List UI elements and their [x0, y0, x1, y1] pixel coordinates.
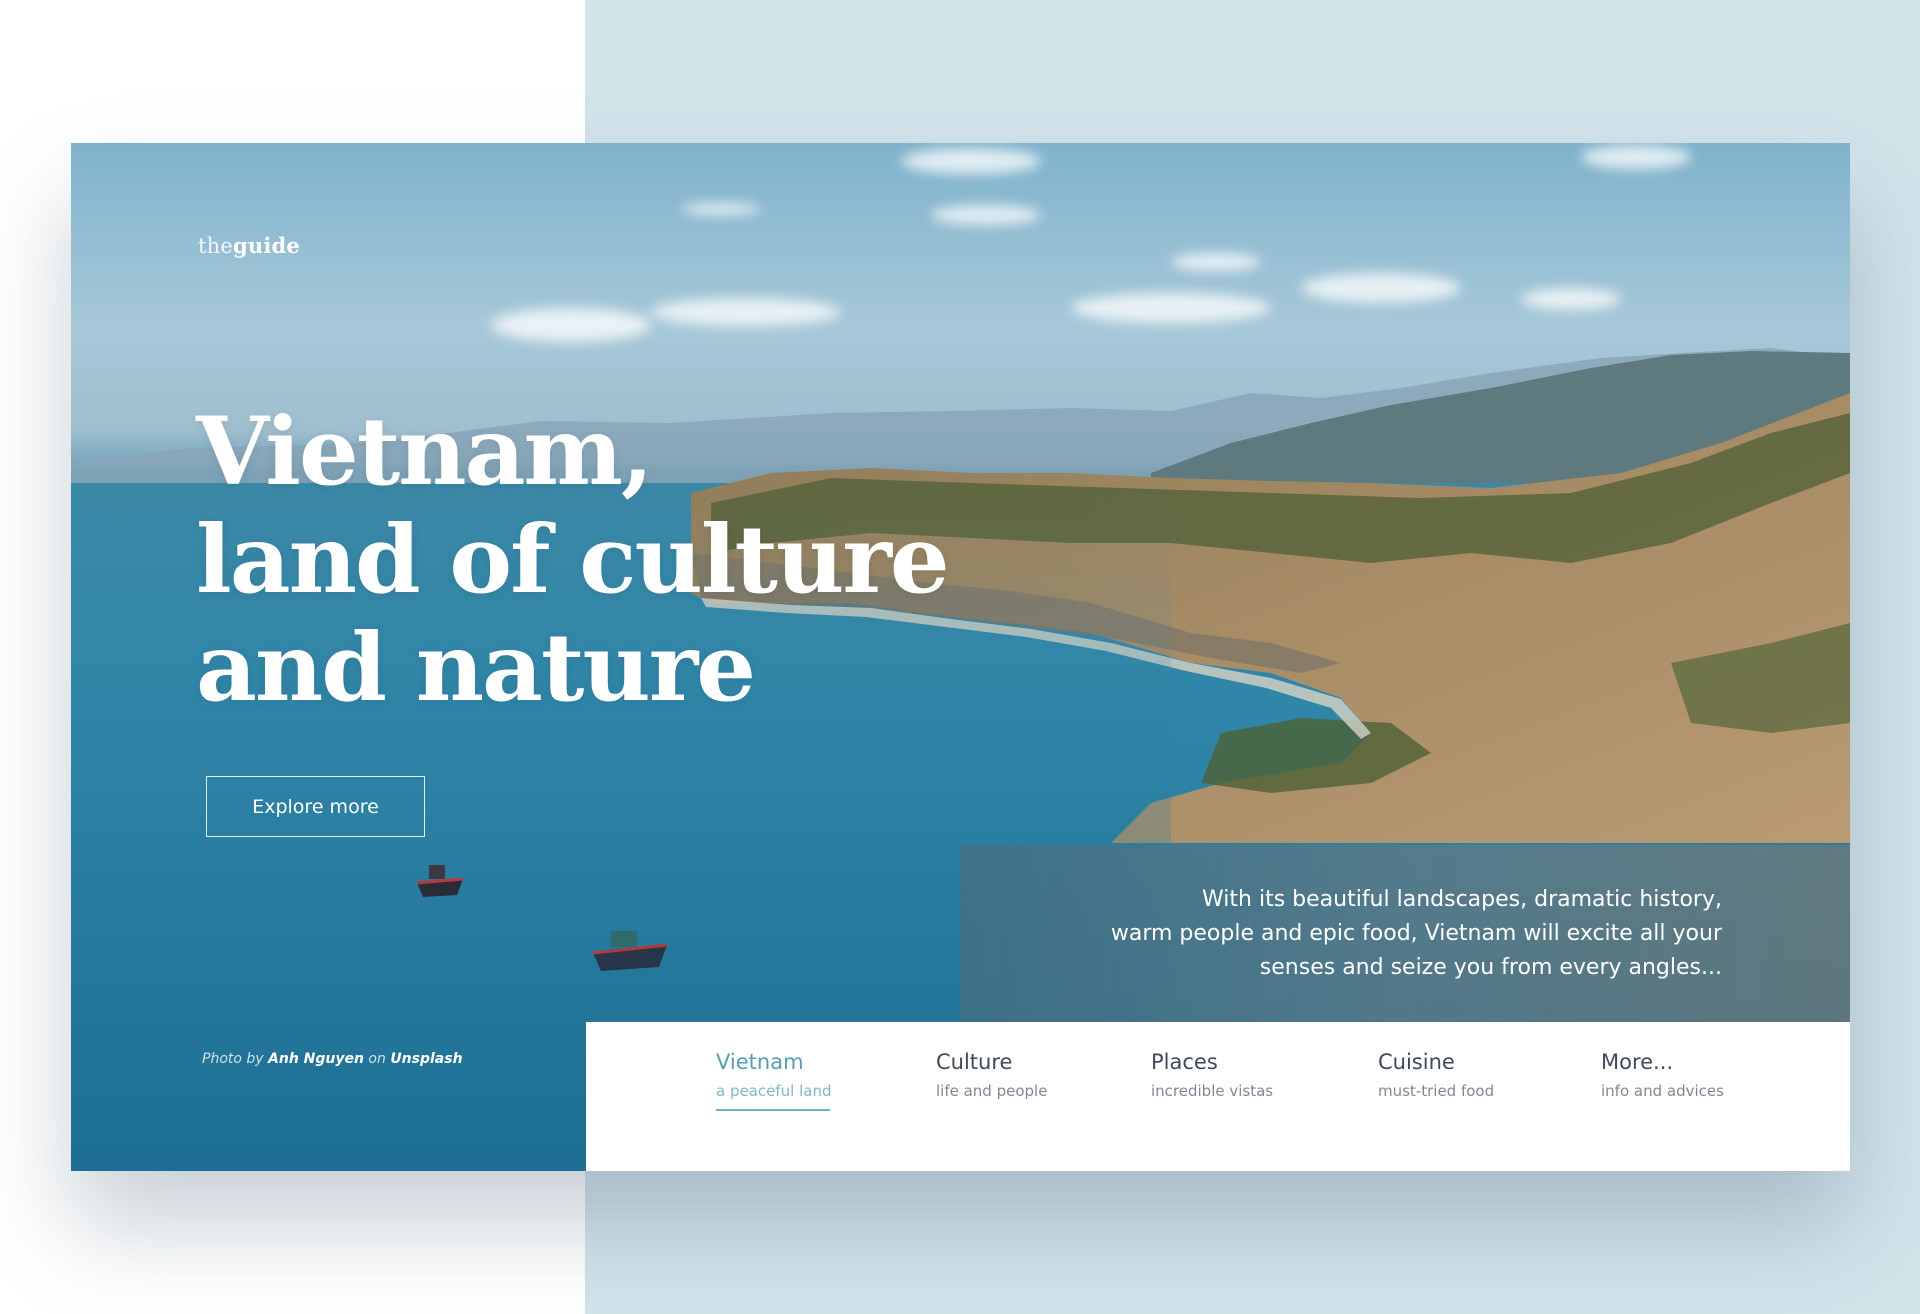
- nav-subtitle: a peaceful land: [716, 1082, 832, 1100]
- description-line-1: With its beautiful landscapes, dramatic …: [1202, 887, 1722, 912]
- credit-source-link[interactable]: Unsplash: [390, 1051, 462, 1067]
- nav-subtitle: must-tried food: [1378, 1082, 1495, 1100]
- explore-more-button[interactable]: Explore more: [206, 776, 425, 837]
- nav-title: Culture: [936, 1050, 1013, 1074]
- hero-card: theguide Vietnam, land of culture and na…: [71, 143, 1850, 1171]
- hero-photo: theguide Vietnam, land of culture and na…: [71, 143, 1850, 1171]
- nav-title: Vietnam: [716, 1050, 804, 1074]
- nav-title: More...: [1601, 1050, 1674, 1074]
- nav-item-more[interactable]: More... info and advices: [1601, 1050, 1724, 1100]
- description-panel: With its beautiful landscapes, dramatic …: [960, 845, 1850, 1022]
- nav-item-vietnam[interactable]: Vietnam a peaceful land: [716, 1050, 832, 1111]
- credit-author-link[interactable]: Anh Nguyen: [268, 1051, 364, 1067]
- logo-light-text: the: [198, 234, 233, 258]
- description-text: With its beautiful landscapes, dramatic …: [1022, 883, 1722, 985]
- headline-line-1: Vietnam,: [196, 397, 654, 507]
- nav-item-cuisine[interactable]: Cuisine must-tried food: [1378, 1050, 1494, 1100]
- nav-subtitle: info and advices: [1601, 1082, 1724, 1100]
- section-nav: Vietnam a peaceful land Culture life and…: [586, 1022, 1850, 1171]
- nav-title: Places: [1151, 1050, 1218, 1074]
- credit-on: on: [368, 1051, 386, 1067]
- credit-prefix: Photo by: [202, 1051, 264, 1067]
- description-line-3: senses and seize you from every angles..…: [1259, 955, 1722, 980]
- hero-headline: Vietnam, land of culture and nature: [196, 398, 1016, 722]
- nav-subtitle: incredible vistas: [1151, 1082, 1274, 1100]
- description-line-2: warm people and epic food, Vietnam will …: [1110, 921, 1722, 946]
- headline-line-2: land of culture: [196, 505, 950, 615]
- nav-item-culture[interactable]: Culture life and people: [936, 1050, 1047, 1100]
- nav-title: Cuisine: [1378, 1050, 1455, 1074]
- active-underline: [716, 1109, 830, 1111]
- logo-bold-text: guide: [233, 233, 300, 258]
- brand-logo[interactable]: theguide: [198, 233, 300, 258]
- headline-line-3: and nature: [196, 613, 756, 723]
- nav-item-places[interactable]: Places incredible vistas: [1151, 1050, 1273, 1100]
- nav-subtitle: life and people: [936, 1082, 1048, 1100]
- photo-credit: Photo by Anh Nguyen on Unsplash: [202, 1051, 463, 1067]
